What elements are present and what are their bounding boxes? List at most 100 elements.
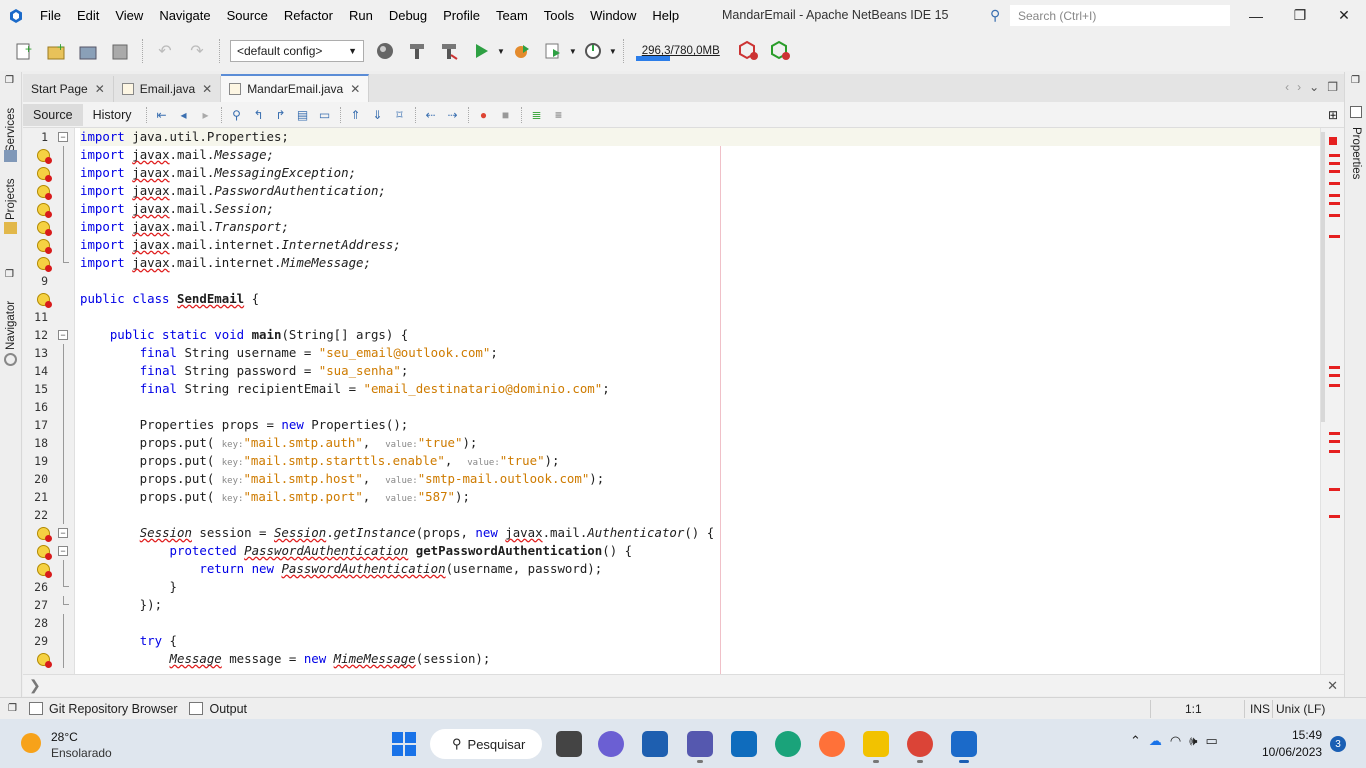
- close-tab-icon[interactable]: ✕: [350, 82, 360, 96]
- search-input[interactable]: ⚲ Search (Ctrl+I): [990, 5, 1230, 26]
- menu-edit[interactable]: Edit: [69, 0, 107, 31]
- close-project-icon[interactable]: [107, 38, 133, 64]
- right-panel-restore-icon[interactable]: ❐: [1351, 75, 1360, 86]
- run-dropdown-icon[interactable]: ▼: [497, 47, 505, 56]
- chevron-right-icon[interactable]: ❯: [29, 677, 41, 694]
- toggle-highlight-icon[interactable]: ▤: [294, 106, 312, 124]
- menu-refactor[interactable]: Refactor: [276, 0, 341, 31]
- store-icon[interactable]: [642, 731, 668, 757]
- fold-toggle-icon[interactable]: −: [58, 528, 68, 538]
- debug-icon[interactable]: [508, 38, 534, 64]
- start-button[interactable]: [392, 732, 416, 756]
- tab-mandaremail-java[interactable]: MandarEmail.java ✕: [221, 74, 370, 102]
- chevron-down-icon[interactable]: ⌄: [1309, 80, 1319, 94]
- redo-icon[interactable]: ↷: [184, 38, 210, 64]
- error-mark[interactable]: [1329, 432, 1340, 435]
- code-area[interactable]: import java.util.Properties; import java…: [80, 128, 1320, 674]
- error-mark[interactable]: [1329, 384, 1340, 387]
- shift-right-icon[interactable]: ⇢: [444, 106, 462, 124]
- netbeans-taskbar-icon[interactable]: [951, 731, 977, 757]
- chrome-icon[interactable]: [907, 731, 933, 757]
- warning-bulb-icon[interactable]: [37, 149, 52, 164]
- last-edit-icon[interactable]: ⇤: [153, 106, 171, 124]
- stop-macro-icon[interactable]: ■: [497, 106, 515, 124]
- git-repository-browser-tab[interactable]: Git Repository Browser: [28, 702, 177, 716]
- navigator-restore-icon[interactable]: ❐: [5, 269, 14, 280]
- left-panel-restore-icon[interactable]: ❐: [5, 75, 14, 86]
- config-select[interactable]: <default config> ▼: [230, 40, 364, 62]
- chevron-up-icon[interactable]: ⌃: [1130, 733, 1141, 749]
- profile-dropdown-icon[interactable]: ▼: [569, 47, 577, 56]
- new-project-icon[interactable]: +: [43, 38, 69, 64]
- find-icon[interactable]: ⚲: [228, 106, 246, 124]
- fold-toggle-icon[interactable]: −: [58, 330, 68, 340]
- warning-bulb-icon[interactable]: [37, 653, 52, 668]
- close-tab-icon[interactable]: ✕: [95, 82, 105, 96]
- tab-source[interactable]: Source: [23, 103, 83, 126]
- menu-file[interactable]: File: [32, 0, 69, 31]
- menu-profile[interactable]: Profile: [435, 0, 488, 31]
- toggle-rect-select-icon[interactable]: ▭: [316, 106, 334, 124]
- shift-left-icon[interactable]: ⇠: [422, 106, 440, 124]
- error-mark[interactable]: [1329, 488, 1340, 491]
- close-icon[interactable]: ✕: [1327, 678, 1338, 694]
- new-file-icon[interactable]: +: [11, 38, 37, 64]
- line-ending[interactable]: Unix (LF): [1276, 702, 1325, 716]
- notification-badge[interactable]: 3: [1330, 736, 1346, 752]
- tab-email-java[interactable]: Email.java ✕: [114, 76, 222, 102]
- error-mark[interactable]: [1329, 450, 1340, 453]
- code-editor[interactable]: 1−9 11 12−13 14 15 16 17 18 19 20 21 22− −26 27 28 29 i…: [23, 128, 1344, 674]
- forward-icon[interactable]: ▸: [197, 106, 215, 124]
- error-mark[interactable]: [1329, 194, 1340, 197]
- chevron-right-icon[interactable]: ›: [1297, 80, 1301, 94]
- profiler-gauge-icon[interactable]: [580, 38, 606, 64]
- sun-icon[interactable]: [21, 733, 41, 753]
- menu-source[interactable]: Source: [219, 0, 276, 31]
- file-explorer-icon[interactable]: [863, 731, 889, 757]
- warning-bulb-icon[interactable]: [37, 239, 52, 254]
- undo-icon[interactable]: ↶: [152, 38, 178, 64]
- warning-bulb-icon[interactable]: [37, 527, 52, 542]
- battery-icon[interactable]: ▭: [1205, 733, 1217, 749]
- uncomment-icon[interactable]: ≡: [550, 106, 568, 124]
- clock-date[interactable]: 10/06/2023: [1262, 745, 1322, 759]
- error-mark[interactable]: [1329, 182, 1340, 185]
- warning-bulb-icon[interactable]: [37, 563, 52, 578]
- comment-icon[interactable]: ≣: [528, 106, 546, 124]
- toggle-bookmark-icon[interactable]: ⌑: [391, 106, 409, 124]
- weather-temperature[interactable]: 28°C: [51, 730, 78, 744]
- close-tab-icon[interactable]: ✕: [202, 82, 212, 96]
- error-mark[interactable]: [1329, 374, 1340, 377]
- tab-start-page[interactable]: Start Page ✕: [23, 76, 114, 102]
- warning-bulb-icon[interactable]: [37, 545, 52, 560]
- chevron-left-icon[interactable]: ‹: [1285, 80, 1289, 94]
- menu-window[interactable]: Window: [582, 0, 644, 31]
- fold-toggle-icon[interactable]: −: [58, 546, 68, 556]
- onedrive-icon[interactable]: ☁: [1149, 733, 1162, 749]
- clock-time[interactable]: 15:49: [1292, 728, 1322, 742]
- menu-run[interactable]: Run: [341, 0, 381, 31]
- error-mark[interactable]: [1329, 154, 1340, 157]
- find-previous-icon[interactable]: ↰: [250, 106, 268, 124]
- profiler-dropdown-icon[interactable]: ▼: [609, 47, 617, 56]
- teams-icon[interactable]: [687, 731, 713, 757]
- menu-team[interactable]: Team: [488, 0, 536, 31]
- error-mark[interactable]: [1329, 170, 1340, 173]
- firefox-icon[interactable]: [819, 731, 845, 757]
- next-bookmark-icon[interactable]: ⇓: [369, 106, 387, 124]
- error-mark[interactable]: [1329, 202, 1340, 205]
- error-mark[interactable]: [1329, 440, 1340, 443]
- volume-icon[interactable]: 🕪: [1189, 733, 1197, 749]
- warning-bulb-icon[interactable]: [37, 257, 52, 272]
- menu-help[interactable]: Help: [644, 0, 687, 31]
- warning-bulb-icon[interactable]: [37, 203, 52, 218]
- error-mark[interactable]: [1329, 515, 1340, 518]
- error-mark[interactable]: [1329, 162, 1340, 165]
- clean-build-icon[interactable]: [436, 38, 462, 64]
- gc-settings-icon[interactable]: [767, 38, 793, 64]
- run-icon[interactable]: [468, 38, 494, 64]
- vertical-scrollbar[interactable]: [1321, 132, 1325, 422]
- output-tab[interactable]: Output: [189, 702, 247, 716]
- build-hammer-icon[interactable]: [404, 38, 430, 64]
- profile-icon[interactable]: [540, 38, 566, 64]
